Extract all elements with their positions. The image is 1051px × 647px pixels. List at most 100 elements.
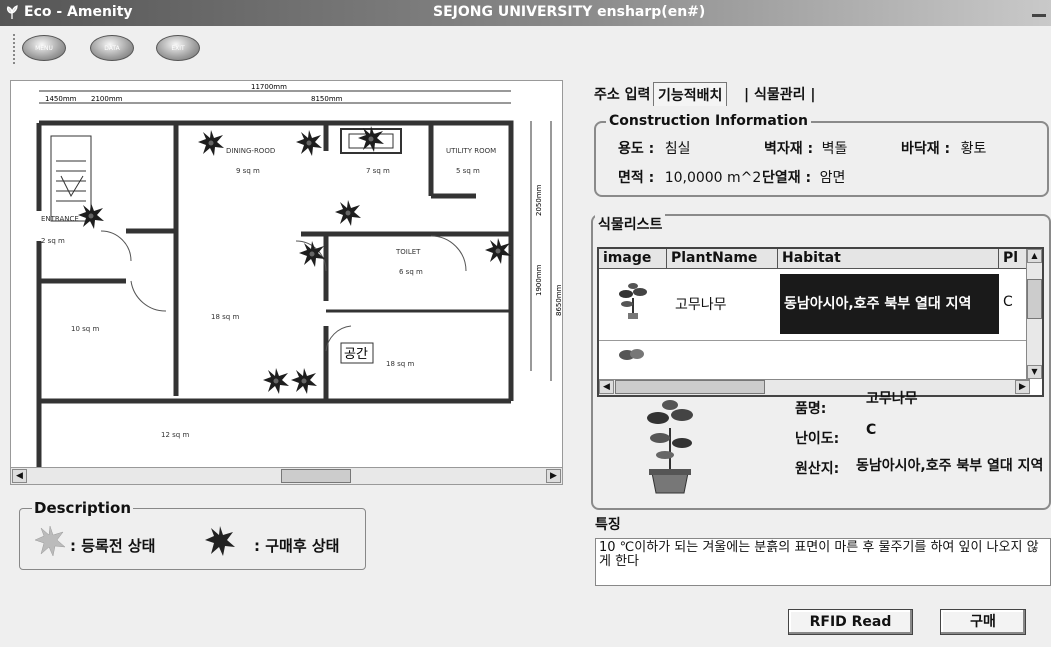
- construction-info-legend: Construction Information: [606, 113, 811, 129]
- dim-top-total: 11700mm: [251, 83, 287, 91]
- exit-button[interactable]: EXIT: [156, 35, 200, 61]
- room-entrance-area: 2 sq m: [41, 237, 65, 245]
- scroll-down-arrow-icon[interactable]: ▼: [1027, 365, 1042, 379]
- room-dining-area: 9 sq m: [236, 167, 260, 175]
- tab-functional-layout[interactable]: 기능적배치: [653, 82, 728, 106]
- plant-icon[interactable]: [335, 200, 361, 226]
- area-label: 면적 :: [618, 170, 655, 186]
- grid-vscroll-thumb[interactable]: [1027, 279, 1042, 319]
- grid-scroll-left-arrow-icon[interactable]: ◀: [599, 380, 614, 394]
- scroll-right-arrow-icon[interactable]: ▶: [546, 469, 561, 483]
- plant-icon[interactable]: [78, 203, 104, 229]
- construction-info-group: Construction Information 용도 : 침실 벽자재 : 벽…: [594, 113, 1049, 197]
- use-value: 침실: [664, 141, 691, 157]
- floor-material-value: 황토: [960, 141, 987, 157]
- scroll-left-arrow-icon[interactable]: ◀: [12, 469, 27, 483]
- tab-address[interactable]: 주소 입력: [590, 82, 654, 104]
- plant-thumbnail-icon: [619, 349, 644, 360]
- scroll-thumb[interactable]: [281, 469, 351, 483]
- minimize-button[interactable]: [1032, 6, 1046, 17]
- dim-right-total: 8650mm: [555, 284, 563, 316]
- detail-name-value: 고무나무: [866, 391, 918, 407]
- room-middle-area: 7 sq m: [366, 167, 390, 175]
- plant-list-legend: 식물리스트: [595, 214, 666, 234]
- room-dining: DINING-ROOD: [226, 147, 275, 155]
- grid-hscroll-thumb[interactable]: [615, 380, 765, 394]
- room-left-area: 10 sq m: [71, 325, 99, 333]
- plant-before-icon: [34, 525, 66, 557]
- detail-difficulty-label: 난이도:: [795, 431, 840, 447]
- floor-material-label: 바닥재 :: [901, 141, 951, 157]
- dim-top-right: 8150mm: [311, 95, 343, 103]
- menu-button[interactable]: MENU: [22, 35, 66, 61]
- data-button-label: DATA: [104, 45, 120, 52]
- col-habitat[interactable]: Habitat: [778, 249, 999, 269]
- row-level: C: [1003, 294, 1013, 310]
- description-legend: Description: [32, 499, 134, 517]
- window-title: SEJONG UNIVERSITY ensharp(en#): [433, 4, 706, 20]
- feature-label: 특징: [595, 517, 621, 533]
- plant-icon[interactable]: [296, 130, 322, 156]
- table-row[interactable]: [599, 340, 1029, 364]
- exit-button-label: EXIT: [171, 45, 185, 52]
- detail-origin-label: 원산지:: [795, 461, 840, 477]
- dim-top-left-a: 1450mm: [45, 95, 77, 103]
- grid-scroll-right-arrow-icon[interactable]: ▶: [1015, 380, 1030, 394]
- dim-right-a: 2050mm: [535, 184, 543, 216]
- insulation-value: 암면: [819, 170, 846, 186]
- room-utility: UTILITY ROOM: [446, 147, 496, 155]
- room-bottom-area: 12 sq m: [161, 431, 189, 439]
- insulation-label: 단열재 :: [762, 170, 812, 186]
- feature-text: 10 ℃이하가 되는 겨울에는 분흙의 표면이 마른 후 물주기를 하여 잎이 …: [599, 540, 1039, 569]
- detail-name-label: 품명:: [795, 401, 827, 417]
- description-group: Description : 등록전 상태 : 구매후 상태: [19, 499, 366, 570]
- menu-button-label: MENU: [35, 45, 53, 52]
- space-label: 공간: [344, 347, 368, 362]
- floor-plan[interactable]: 11700mm 1450mm 2100mm 8150mm 2050mm 1900…: [11, 81, 563, 469]
- feature-textbox[interactable]: 10 ℃이하가 되는 겨울에는 분흙의 표면이 마른 후 물주기를 하여 잎이 …: [595, 538, 1051, 586]
- room-utility-area: 5 sq m: [456, 167, 480, 175]
- room-toilet: TOILET: [395, 248, 421, 256]
- plant-icon[interactable]: [263, 368, 289, 394]
- grid-header: image PlantName Habitat Pl: [599, 249, 1042, 269]
- title-bar: Eco - Amenity SEJONG UNIVERSITY ensharp(…: [0, 0, 1051, 26]
- rfid-read-button[interactable]: RFID Read: [788, 609, 913, 635]
- rfid-read-label: RFID Read: [809, 614, 892, 630]
- data-button[interactable]: DATA: [90, 35, 134, 61]
- plant-icon[interactable]: [198, 130, 224, 156]
- tab-address-label: 주소 입력: [594, 87, 651, 103]
- buy-button[interactable]: 구매: [940, 609, 1026, 635]
- room-toilet-area: 6 sq m: [399, 268, 423, 276]
- plant-after-icon: [205, 526, 235, 556]
- plant-icon[interactable]: [485, 238, 511, 264]
- row-habitat: 동남아시아,호주 북부 열대 지역: [780, 274, 999, 334]
- toolbar-grip: [13, 34, 15, 64]
- wall-material-label: 벽자재 :: [764, 141, 814, 157]
- app-title: Eco - Amenity: [24, 4, 133, 20]
- dim-right-b: 1900mm: [535, 264, 543, 296]
- tab-plant-management[interactable]: | 식물관리 |: [740, 82, 820, 104]
- description-before-label: : 등록전 상태: [70, 537, 156, 555]
- description-after-label: : 구매후 상태: [254, 537, 340, 555]
- dim-top-left-b: 2100mm: [91, 95, 123, 103]
- buy-label: 구매: [970, 614, 996, 630]
- plan-horizontal-scrollbar[interactable]: ◀ ▶: [11, 467, 562, 484]
- plant-grid[interactable]: image PlantName Habitat Pl 고무나무 동남아시아,호주…: [597, 247, 1044, 397]
- row-plant-name: 고무나무: [675, 297, 727, 313]
- detail-difficulty-value: C: [866, 422, 877, 438]
- plant-icon[interactable]: [291, 368, 317, 394]
- wall-material-value: 벽돌: [821, 141, 848, 157]
- tab-functional-layout-label: 기능적배치: [658, 88, 723, 104]
- col-plant-name[interactable]: PlantName: [667, 249, 778, 269]
- area-value: 10,0000 m^2: [664, 170, 762, 186]
- plant-thumbnail-icon: [619, 283, 647, 319]
- col-image[interactable]: image: [599, 249, 667, 269]
- scroll-up-arrow-icon[interactable]: ▲: [1027, 249, 1042, 263]
- room-living-area: 18 sq m: [211, 313, 239, 321]
- col-level[interactable]: Pl: [999, 249, 1029, 269]
- toolbar: MENU DATA EXIT: [0, 26, 1051, 70]
- table-row[interactable]: 고무나무 동남아시아,호주 북부 열대 지역 C: [599, 270, 1029, 338]
- floor-plan-panel[interactable]: 11700mm 1450mm 2100mm 8150mm 2050mm 1900…: [10, 80, 563, 485]
- detail-origin-value: 동남아시아,호주 북부 열대 지역: [856, 458, 1044, 474]
- grid-vertical-scrollbar[interactable]: ▲ ▼: [1026, 249, 1042, 379]
